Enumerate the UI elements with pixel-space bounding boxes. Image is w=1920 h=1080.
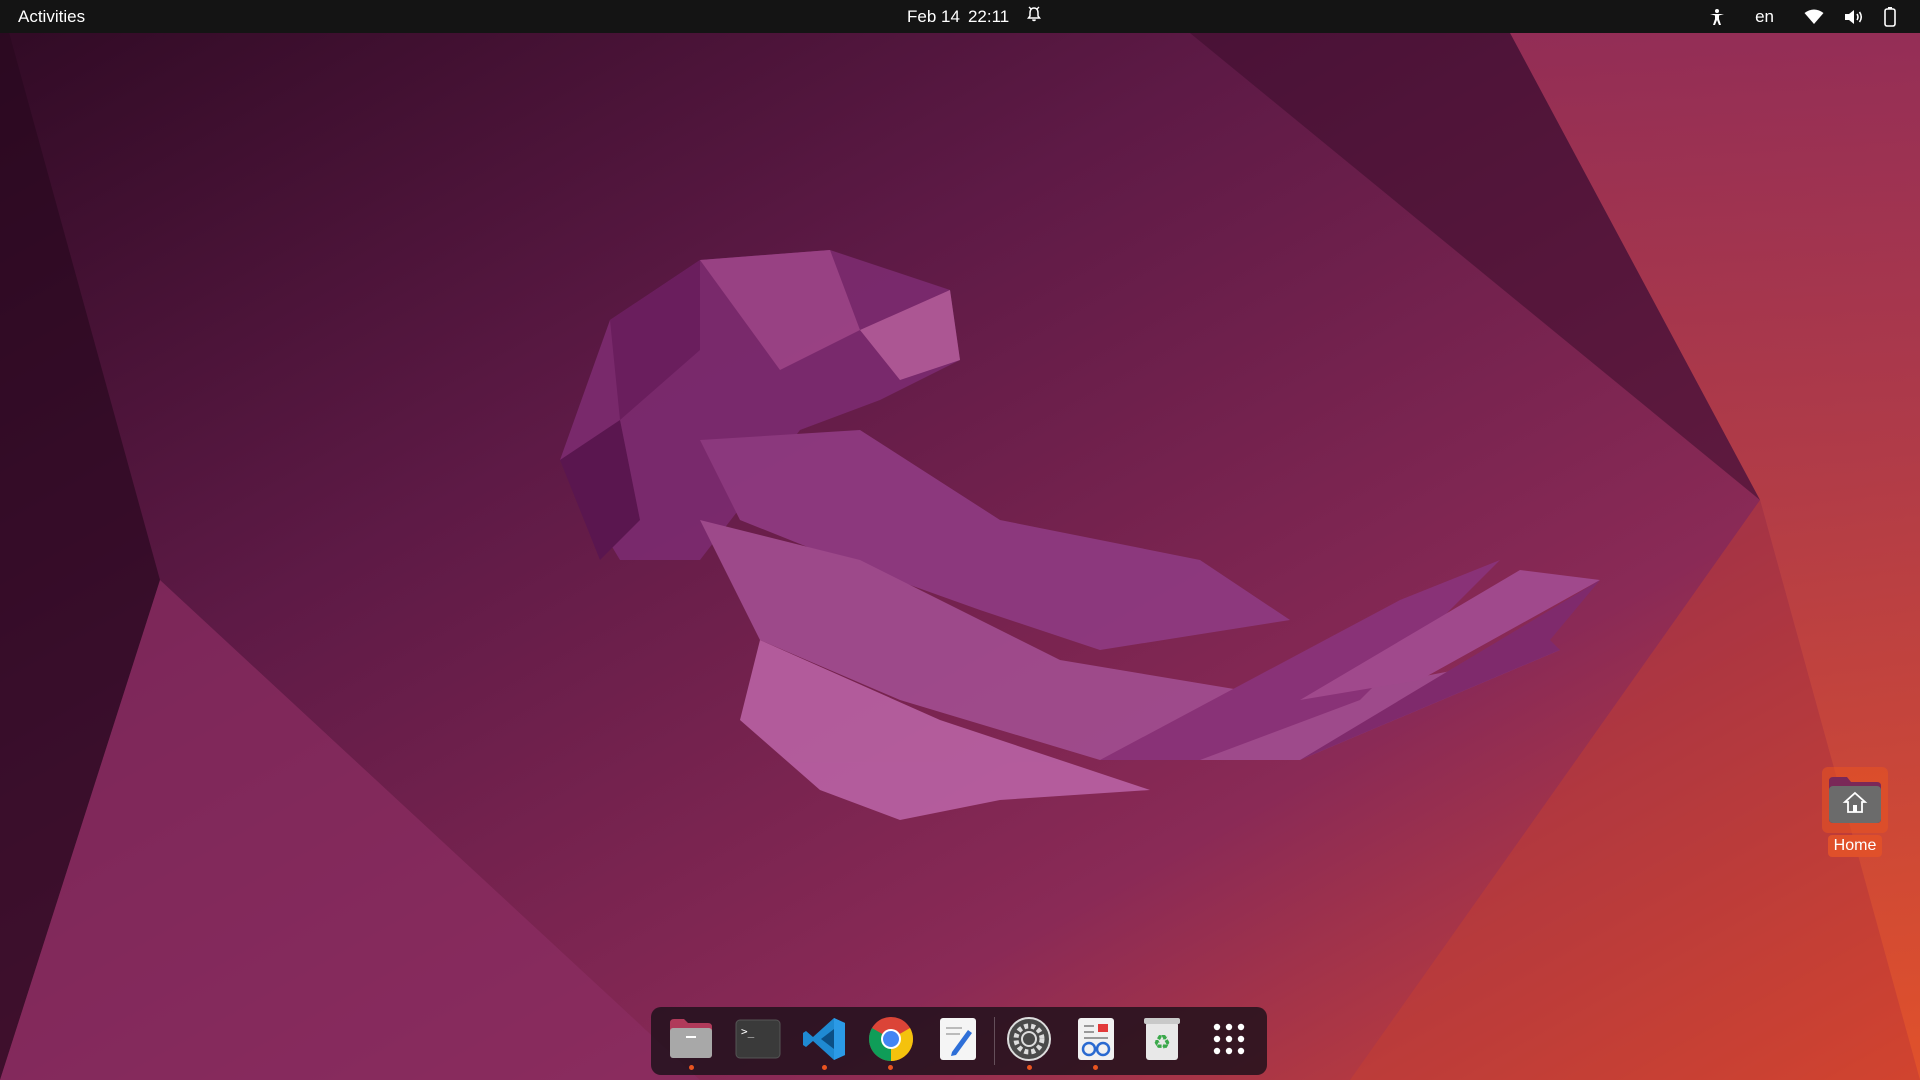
dock-separator — [993, 1017, 995, 1065]
running-indicator — [1093, 1065, 1099, 1070]
running-indicator — [688, 1065, 694, 1070]
app-grid-icon — [1212, 1022, 1246, 1061]
vscode-icon — [801, 1016, 847, 1067]
trash-icon: ♻ — [1142, 1016, 1182, 1067]
dock-files[interactable] — [663, 1011, 720, 1071]
language-indicator[interactable]: en — [1755, 7, 1774, 27]
dock-show-applications[interactable] — [1200, 1011, 1257, 1071]
clock-time: 22:11 — [967, 6, 1010, 26]
activities-button[interactable]: Activities — [18, 7, 85, 27]
document-viewer-icon — [1076, 1016, 1116, 1067]
accessibility-icon[interactable] — [1709, 8, 1725, 26]
dock-settings[interactable] — [1001, 1011, 1058, 1071]
clock-date: Feb 14 — [907, 6, 960, 26]
alarm-icon — [1027, 6, 1042, 27]
dock-terminal[interactable]: >_ — [730, 1011, 787, 1071]
chrome-icon — [867, 1015, 915, 1068]
clock-button[interactable]: Feb 14 22:11 — [907, 6, 1042, 27]
desktop-wallpaper — [0, 0, 1920, 1080]
wifi-icon[interactable] — [1804, 9, 1824, 25]
running-indicator — [1026, 1065, 1032, 1070]
text-editor-icon — [938, 1016, 978, 1067]
files-icon — [668, 1018, 714, 1065]
desktop-home-label: Home — [1827, 835, 1883, 857]
desktop-home-folder[interactable]: Home — [1822, 767, 1888, 861]
dock-vscode[interactable] — [796, 1011, 853, 1071]
svg-text:♻: ♻ — [1153, 1030, 1171, 1054]
system-tray[interactable]: en — [1709, 5, 1896, 29]
terminal-icon: >_ — [735, 1019, 781, 1064]
top-bar: Activities Feb 14 22:11 en — [0, 0, 1920, 33]
dock-chrome[interactable] — [863, 1011, 920, 1071]
running-indicator — [888, 1065, 894, 1070]
dock-document-viewer[interactable] — [1067, 1011, 1124, 1071]
volume-icon[interactable] — [1844, 9, 1864, 25]
home-folder-icon[interactable] — [1822, 767, 1888, 833]
dock: >_ ♻ — [651, 1007, 1267, 1075]
running-indicator — [821, 1065, 827, 1070]
dock-text-editor[interactable] — [929, 1011, 986, 1071]
settings-icon — [1006, 1016, 1052, 1067]
battery-icon[interactable] — [1884, 7, 1896, 27]
dock-trash[interactable]: ♻ — [1134, 1011, 1191, 1071]
svg-text:>_: >_ — [741, 1025, 755, 1038]
